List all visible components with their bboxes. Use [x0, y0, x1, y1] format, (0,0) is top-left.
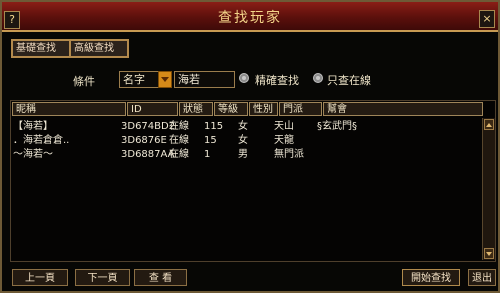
tab-basic-search[interactable]: 基礎查找 — [11, 39, 73, 58]
header-sect[interactable]: 門派 — [279, 102, 322, 116]
header-gender[interactable]: 性別 — [249, 102, 278, 116]
cell-sect: 無門派 — [274, 149, 304, 160]
scroll-up-arrow-icon[interactable] — [484, 119, 494, 130]
view-button[interactable]: 查 看 — [134, 269, 187, 286]
tab-advanced-search[interactable]: 高級查找 — [69, 39, 129, 58]
precise-search-label: 精確查找 — [255, 74, 299, 87]
header-nick[interactable]: 昵稱 — [12, 102, 126, 116]
online-only-label: 只查在線 — [327, 74, 371, 87]
table-row[interactable]: 【海若】 3D674BD2 在線 115 女 天山 §玄武門§ — [11, 120, 495, 133]
dropdown-arrow-icon[interactable] — [158, 71, 172, 88]
cell-guild: §玄武門§ — [317, 121, 357, 132]
cell-sect: 天山 — [274, 121, 294, 132]
precise-search-radio[interactable] — [239, 73, 249, 83]
search-input[interactable]: 海若 — [174, 71, 235, 88]
start-search-button[interactable]: 開始查找 — [402, 269, 460, 286]
cell-gender: 男 — [238, 149, 248, 160]
next-page-button[interactable]: 下一頁 — [75, 269, 130, 286]
title-bar: ? 查找玩家 × — [2, 2, 498, 32]
results-table: 昵稱 ID 狀態 等級 性別 門派 幫會 【海若】 3D674BD2 在線 11… — [10, 100, 496, 262]
window-title: 查找玩家 — [218, 10, 282, 26]
cell-level: 115 — [204, 121, 224, 132]
exit-button[interactable]: 退出 — [468, 269, 496, 286]
header-id[interactable]: ID — [127, 102, 178, 116]
cell-status: 在線 — [169, 121, 189, 132]
previous-page-button[interactable]: 上一頁 — [12, 269, 68, 286]
cell-id: 3D6887AA — [121, 149, 175, 160]
scroll-down-arrow-icon[interactable] — [484, 248, 494, 259]
condition-label: 條件 — [73, 75, 95, 88]
cell-sect: 天龍 — [274, 135, 294, 146]
cell-level: 1 — [204, 149, 211, 160]
online-only-radio[interactable] — [313, 73, 323, 83]
cell-nick: 【海若】 — [13, 121, 53, 132]
search-player-window: ? 查找玩家 × 基礎查找 高級查找 條件 名字 海若 精確查找 只查在線 昵稱… — [0, 0, 500, 293]
cell-gender: 女 — [238, 135, 248, 146]
search-field-select[interactable]: 名字 — [119, 71, 162, 88]
table-row[interactable]: ．海若倉倉.. 3D6876E 在線 15 女 天龍 — [11, 134, 495, 147]
header-level[interactable]: 等級 — [214, 102, 248, 116]
cell-id: 3D674BD2 — [121, 121, 176, 132]
header-status[interactable]: 狀態 — [179, 102, 213, 116]
cell-level: 15 — [204, 135, 217, 146]
header-guild[interactable]: 幫會 — [323, 102, 483, 116]
table-header: 昵稱 ID 狀態 等級 性別 門派 幫會 — [11, 101, 495, 117]
cell-id: 3D6876E — [121, 135, 167, 146]
cell-status: 在線 — [169, 149, 189, 160]
cell-nick: ．海若倉倉.. — [13, 135, 70, 146]
close-button[interactable]: × — [479, 10, 495, 28]
cell-gender: 女 — [238, 121, 248, 132]
table-row[interactable]: ～海若～ 3D6887AA 在線 1 男 無門派 — [11, 148, 495, 161]
cell-nick: ～海若～ — [13, 149, 53, 160]
cell-status: 在線 — [169, 135, 189, 146]
vertical-scrollbar[interactable] — [482, 118, 495, 260]
